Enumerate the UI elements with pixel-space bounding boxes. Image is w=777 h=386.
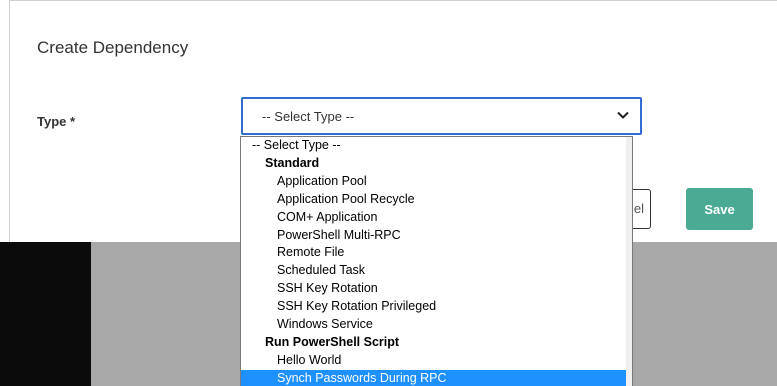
save-button[interactable]: Save — [686, 188, 753, 230]
dropdown-option[interactable]: Application Pool Recycle — [241, 191, 626, 209]
type-select[interactable]: -- Select Type -- — [241, 97, 642, 135]
cancel-button-label: el — [633, 201, 644, 216]
backdrop-dark-region — [0, 242, 91, 386]
dropdown-option[interactable]: Scheduled Task — [241, 262, 626, 280]
dialog-title: Create Dependency — [37, 38, 189, 57]
dropdown-option[interactable]: SSH Key Rotation Privileged — [241, 298, 626, 316]
type-field-label: Type * — [37, 114, 75, 129]
dropdown-group-standard: Standard — [265, 155, 320, 170]
type-select-value: -- Select Type -- — [262, 109, 355, 124]
dropdown-option[interactable]: SSH Key Rotation — [241, 280, 626, 298]
dropdown-option[interactable]: Hello World — [241, 352, 626, 370]
dropdown-option-placeholder[interactable]: -- Select Type -- — [241, 137, 626, 155]
dropdown-option[interactable]: Application Pool — [241, 173, 626, 191]
chevron-down-icon — [617, 111, 629, 119]
type-dropdown-list[interactable]: -- Select Type -- Standard Application P… — [240, 136, 633, 386]
required-asterisk: * — [70, 114, 76, 129]
dropdown-option[interactable]: COM+ Application — [241, 209, 626, 227]
dropdown-group-run-powershell-script: Run PowerShell Script — [265, 334, 400, 349]
dropdown-scrollbar[interactable] — [626, 137, 632, 386]
dropdown-option-highlighted[interactable]: Synch Passwords During RPC — [241, 369, 626, 386]
dropdown-option[interactable]: Remote File — [241, 244, 626, 262]
type-label-text: Type — [37, 114, 67, 129]
dropdown-option[interactable]: PowerShell Multi-RPC — [241, 227, 626, 245]
dropdown-option[interactable]: Windows Service — [241, 316, 626, 334]
